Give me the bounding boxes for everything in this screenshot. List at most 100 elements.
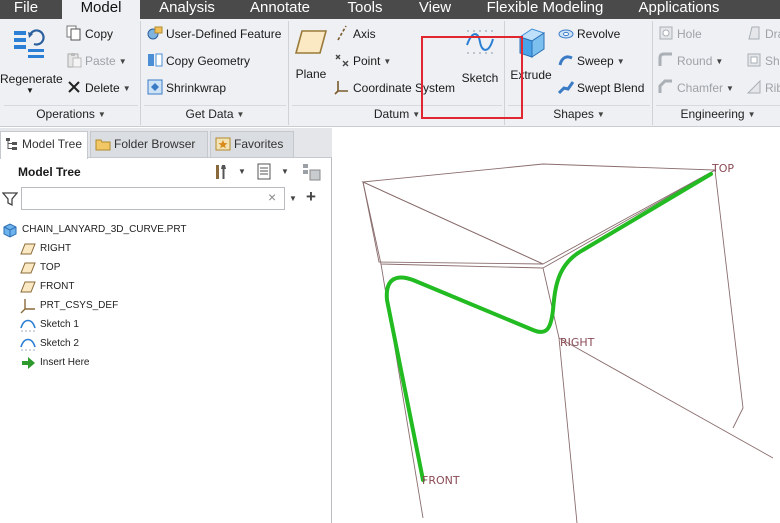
tree-item-label: PRT_CSYS_DEF (40, 300, 119, 311)
group-divider (144, 105, 286, 106)
datum-plane-icon (20, 260, 36, 276)
sweep-button[interactable]: Sweep ▼ (558, 51, 625, 71)
tree-item[interactable]: Insert Here (0, 353, 332, 372)
group-label-operations[interactable]: Operations ▼ (4, 107, 138, 125)
datum-plane-vertical-center[interactable] (542, 267, 578, 523)
tab-view[interactable]: View (410, 0, 460, 19)
regenerate-button[interactable]: Regenerate ▼ (0, 23, 63, 101)
chevron-down-icon: ▼ (412, 110, 421, 119)
tab-model-tree[interactable]: Model Tree (0, 131, 88, 159)
group-label-shapes[interactable]: Shapes ▼ (508, 107, 650, 125)
chevron-down-icon[interactable]: ▼ (289, 194, 297, 203)
point-button[interactable]: Point ▼ (334, 51, 391, 71)
part-icon (2, 222, 18, 238)
user-defined-feature-button[interactable]: User-Defined Feature (147, 24, 281, 44)
swept-blend-button[interactable]: Swept Blend (558, 78, 644, 98)
add-filter-icon[interactable]: + (306, 187, 316, 207)
tab-folder-browser[interactable]: Folder Browser (90, 131, 208, 157)
regenerate-label: Regenerate (0, 72, 63, 86)
tab-favorites[interactable]: Favorites (210, 131, 294, 157)
tree-item[interactable]: CHAIN_LANYARD_3D_CURVE.PRT (0, 220, 332, 239)
group-separator (140, 21, 141, 125)
tree-item[interactable]: Sketch 2 (0, 334, 332, 353)
axis-icon (337, 25, 347, 41)
delete-label: Delete (85, 81, 120, 95)
tab-tools[interactable]: Tools (336, 0, 394, 19)
model-tree-icon (6, 138, 17, 150)
lanyard-3d-curve[interactable] (384, 172, 713, 482)
round-icon (658, 52, 672, 66)
draft-button[interactable]: Dra (746, 24, 780, 44)
chevron-down-icon: ▼ (26, 86, 34, 95)
insert-arrow-icon (20, 355, 36, 371)
revolve-label: Revolve (577, 27, 621, 41)
chevron-down-icon[interactable]: ▼ (238, 167, 246, 176)
tree-search-input[interactable] (21, 187, 285, 210)
chevron-down-icon: ▼ (747, 110, 756, 119)
shrinkwrap-button[interactable]: Shrinkwrap (147, 78, 226, 98)
tree-item-label: CHAIN_LANYARD_3D_CURVE.PRT (22, 224, 187, 235)
delete-button[interactable]: Delete ▼ (66, 78, 131, 98)
datum-plane-bottom-right[interactable] (558, 337, 774, 459)
regenerate-icon (14, 29, 45, 58)
paste-button[interactable]: Paste ▼ (66, 51, 127, 71)
chevron-down-icon: ▼ (97, 110, 106, 119)
favorites-star-icon (215, 137, 231, 151)
tree-item[interactable]: PRT_CSYS_DEF (0, 296, 332, 315)
tab-analysis[interactable]: Analysis (146, 0, 228, 19)
copy-button[interactable]: Copy (66, 24, 113, 44)
sweep-label: Sweep (577, 54, 614, 68)
group-label-engineering[interactable]: Engineering ▼ (656, 107, 780, 125)
folder-icon (95, 139, 111, 151)
axis-button[interactable]: Axis (334, 24, 376, 44)
chevron-down-icon: ▼ (236, 110, 245, 119)
copy-geometry-button[interactable]: Copy Geometry (147, 51, 250, 71)
swept-blend-icon (558, 81, 574, 95)
label-right: RIGHT (560, 336, 595, 349)
datum-point-icon (335, 54, 349, 67)
tab-flexible-modeling[interactable]: Flexible Modeling (480, 0, 610, 19)
shell-button[interactable]: She (746, 51, 780, 71)
tree-columns-icon[interactable] (302, 163, 322, 181)
datum-plane-right[interactable] (362, 181, 544, 265)
tree-item[interactable]: Sketch 1 (0, 315, 332, 334)
shell-label: She (765, 54, 780, 68)
copy-icon (66, 25, 81, 41)
chevron-down-icon[interactable]: ▼ (281, 167, 289, 176)
model-tree-header: Model Tree ▼ ▼ (0, 159, 332, 185)
model-tree-title: Model Tree (18, 165, 81, 179)
chevron-down-icon: ▼ (726, 84, 734, 93)
chevron-down-icon: ▼ (383, 57, 392, 66)
clear-filter-icon[interactable]: × (268, 189, 276, 205)
group-divider (656, 105, 780, 106)
plane-icon (294, 30, 328, 54)
tab-file[interactable]: File (0, 0, 52, 19)
group-label-get-data[interactable]: Get Data ▼ (144, 107, 286, 125)
tab-model[interactable]: Model (62, 0, 140, 19)
revolve-button[interactable]: Revolve (558, 24, 620, 44)
tab-applications[interactable]: Applications (628, 0, 730, 19)
datum-plane-right-side[interactable] (714, 169, 744, 429)
tree-item[interactable]: TOP (0, 258, 332, 277)
filter-funnel-icon[interactable] (2, 191, 18, 207)
tree-item[interactable]: FRONT (0, 277, 332, 296)
model-canvas[interactable]: TOP RIGHT FRONT (333, 128, 780, 523)
datum-plane-top[interactable] (361, 163, 717, 265)
tree-item-label: FRONT (40, 281, 75, 292)
tree-item[interactable]: RIGHT (0, 239, 332, 258)
graphics-viewport[interactable]: TOP RIGHT FRONT (333, 128, 780, 523)
plane-button[interactable]: Plane (292, 23, 330, 101)
ribbon: Regenerate ▼ Copy Paste ▼ Delete ▼ Operati… (0, 19, 780, 127)
chamfer-button[interactable]: Chamfer ▼ (658, 78, 734, 98)
tree-item-label: Sketch 1 (40, 319, 79, 330)
settings-tools-icon[interactable] (212, 163, 230, 181)
show-options-icon[interactable] (257, 163, 273, 181)
tree-item-label: Insert Here (40, 357, 90, 368)
datum-plane-right-edge[interactable] (362, 181, 544, 269)
tree-item-label: Sketch 2 (40, 338, 79, 349)
hole-button[interactable]: Hole (658, 24, 702, 44)
tab-annotate[interactable]: Annotate (240, 0, 320, 19)
rib-button[interactable]: Rib (746, 78, 780, 98)
round-button[interactable]: Round ▼ (658, 51, 723, 71)
point-label: Point (353, 54, 381, 68)
